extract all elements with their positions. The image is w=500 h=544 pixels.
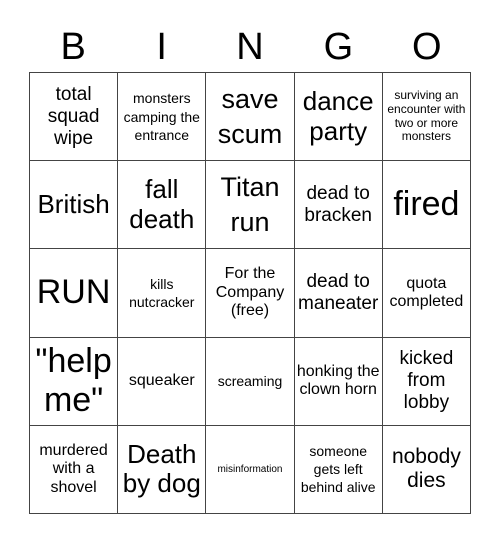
header-letter-g: G <box>323 26 354 68</box>
bingo-cell[interactable]: fall death <box>118 161 207 250</box>
bingo-cell[interactable]: screaming <box>206 337 295 426</box>
bingo-cell[interactable]: "help me" <box>30 337 119 426</box>
bingo-cell[interactable]: quota completed <box>382 249 471 338</box>
bingo-cell[interactable]: monsters camping the entrance <box>118 73 207 162</box>
bingo-cell[interactable]: Death by dog <box>118 425 207 514</box>
bingo-cell[interactable]: someone gets left behind alive <box>294 425 383 514</box>
header-letter-n: N <box>236 26 264 68</box>
bingo-cell[interactable]: For the Company (free) <box>206 249 295 338</box>
bingo-cell[interactable]: surviving an encounter with two or more … <box>382 73 471 162</box>
bingo-cell[interactable]: Titan run <box>206 161 295 250</box>
bingo-cell[interactable]: fired <box>382 161 471 250</box>
bingo-cell[interactable]: squeaker <box>118 337 207 426</box>
header-letter-o: O <box>412 26 442 68</box>
bingo-cell[interactable]: British <box>30 161 119 250</box>
header-letter-i: I <box>156 26 167 68</box>
bingo-cell[interactable]: kills nutcracker <box>118 249 207 338</box>
bingo-cell[interactable]: dead to maneater <box>294 249 383 338</box>
bingo-cell[interactable]: nobody dies <box>382 425 471 514</box>
bingo-header: B I N G O <box>29 22 471 72</box>
bingo-cell[interactable]: RUN <box>30 249 119 338</box>
bingo-cell[interactable]: total squad wipe <box>30 73 119 162</box>
bingo-grid: total squad wipe monsters camping the en… <box>29 72 471 514</box>
bingo-cell[interactable]: kicked from lobby <box>382 337 471 426</box>
bingo-cell[interactable]: murdered with a shovel <box>30 425 119 514</box>
bingo-cell[interactable]: dead to bracken <box>294 161 383 250</box>
header-letter-b: B <box>60 26 86 68</box>
bingo-cell[interactable]: honking the clown horn <box>294 337 383 426</box>
bingo-cell[interactable]: dance party <box>294 73 383 162</box>
bingo-cell[interactable]: misinformation <box>206 425 295 514</box>
bingo-cell[interactable]: save scum <box>206 73 295 162</box>
